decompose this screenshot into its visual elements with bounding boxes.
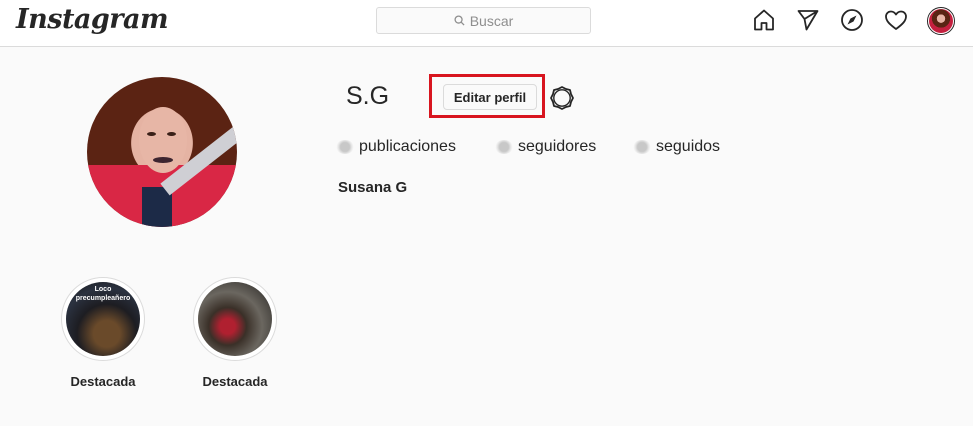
blurred-number	[633, 140, 651, 154]
photo-eye	[147, 132, 156, 136]
blurred-number	[336, 140, 354, 154]
followers-label: seguidores	[518, 138, 597, 155]
photo-lips	[153, 157, 173, 163]
profile-avatar[interactable]	[927, 7, 955, 35]
highlight-cover	[198, 282, 272, 356]
direct-message-icon[interactable]	[796, 8, 820, 32]
highlight-overlay-text: precumpleañero	[75, 295, 131, 302]
edit-profile-button[interactable]: Editar perfil	[443, 84, 537, 110]
avatar-image	[929, 9, 953, 33]
posts-label: publicaciones	[359, 138, 456, 155]
followers-count[interactable]: seguidores	[495, 138, 596, 156]
following-count[interactable]: seguidos	[633, 138, 720, 156]
story-highlight[interactable]: Loco precumpleañero Destacada	[61, 277, 145, 389]
profile-picture[interactable]	[87, 77, 237, 227]
following-label: seguidos	[656, 138, 721, 155]
profile-full-name: Susana G	[338, 179, 408, 196]
highlight-ring	[193, 277, 277, 361]
highlight-label: Destacada	[70, 374, 136, 389]
search-icon	[454, 15, 465, 26]
highlight-overlay-text: Loco	[94, 286, 112, 293]
search-placeholder: Buscar	[469, 12, 514, 29]
story-highlight[interactable]: Destacada	[193, 277, 277, 389]
top-navigation-bar: Instagram Buscar	[0, 0, 973, 47]
posts-count[interactable]: publicaciones	[336, 138, 456, 156]
highlight-label: Destacada	[202, 374, 268, 389]
highlight-cover: Loco precumpleañero	[66, 282, 140, 356]
heart-activity-icon[interactable]	[884, 8, 908, 32]
explore-compass-icon[interactable]	[840, 8, 864, 32]
photo-face	[139, 107, 187, 173]
profile-username: S.G	[346, 82, 390, 110]
settings-gear-icon[interactable]	[549, 85, 575, 111]
blurred-number	[495, 140, 513, 154]
photo-eye	[167, 132, 176, 136]
home-icon[interactable]	[752, 8, 776, 32]
instagram-logo[interactable]: Instagram	[16, 4, 169, 35]
highlight-ring: Loco precumpleañero	[61, 277, 145, 361]
search-input[interactable]: Buscar	[376, 7, 591, 34]
